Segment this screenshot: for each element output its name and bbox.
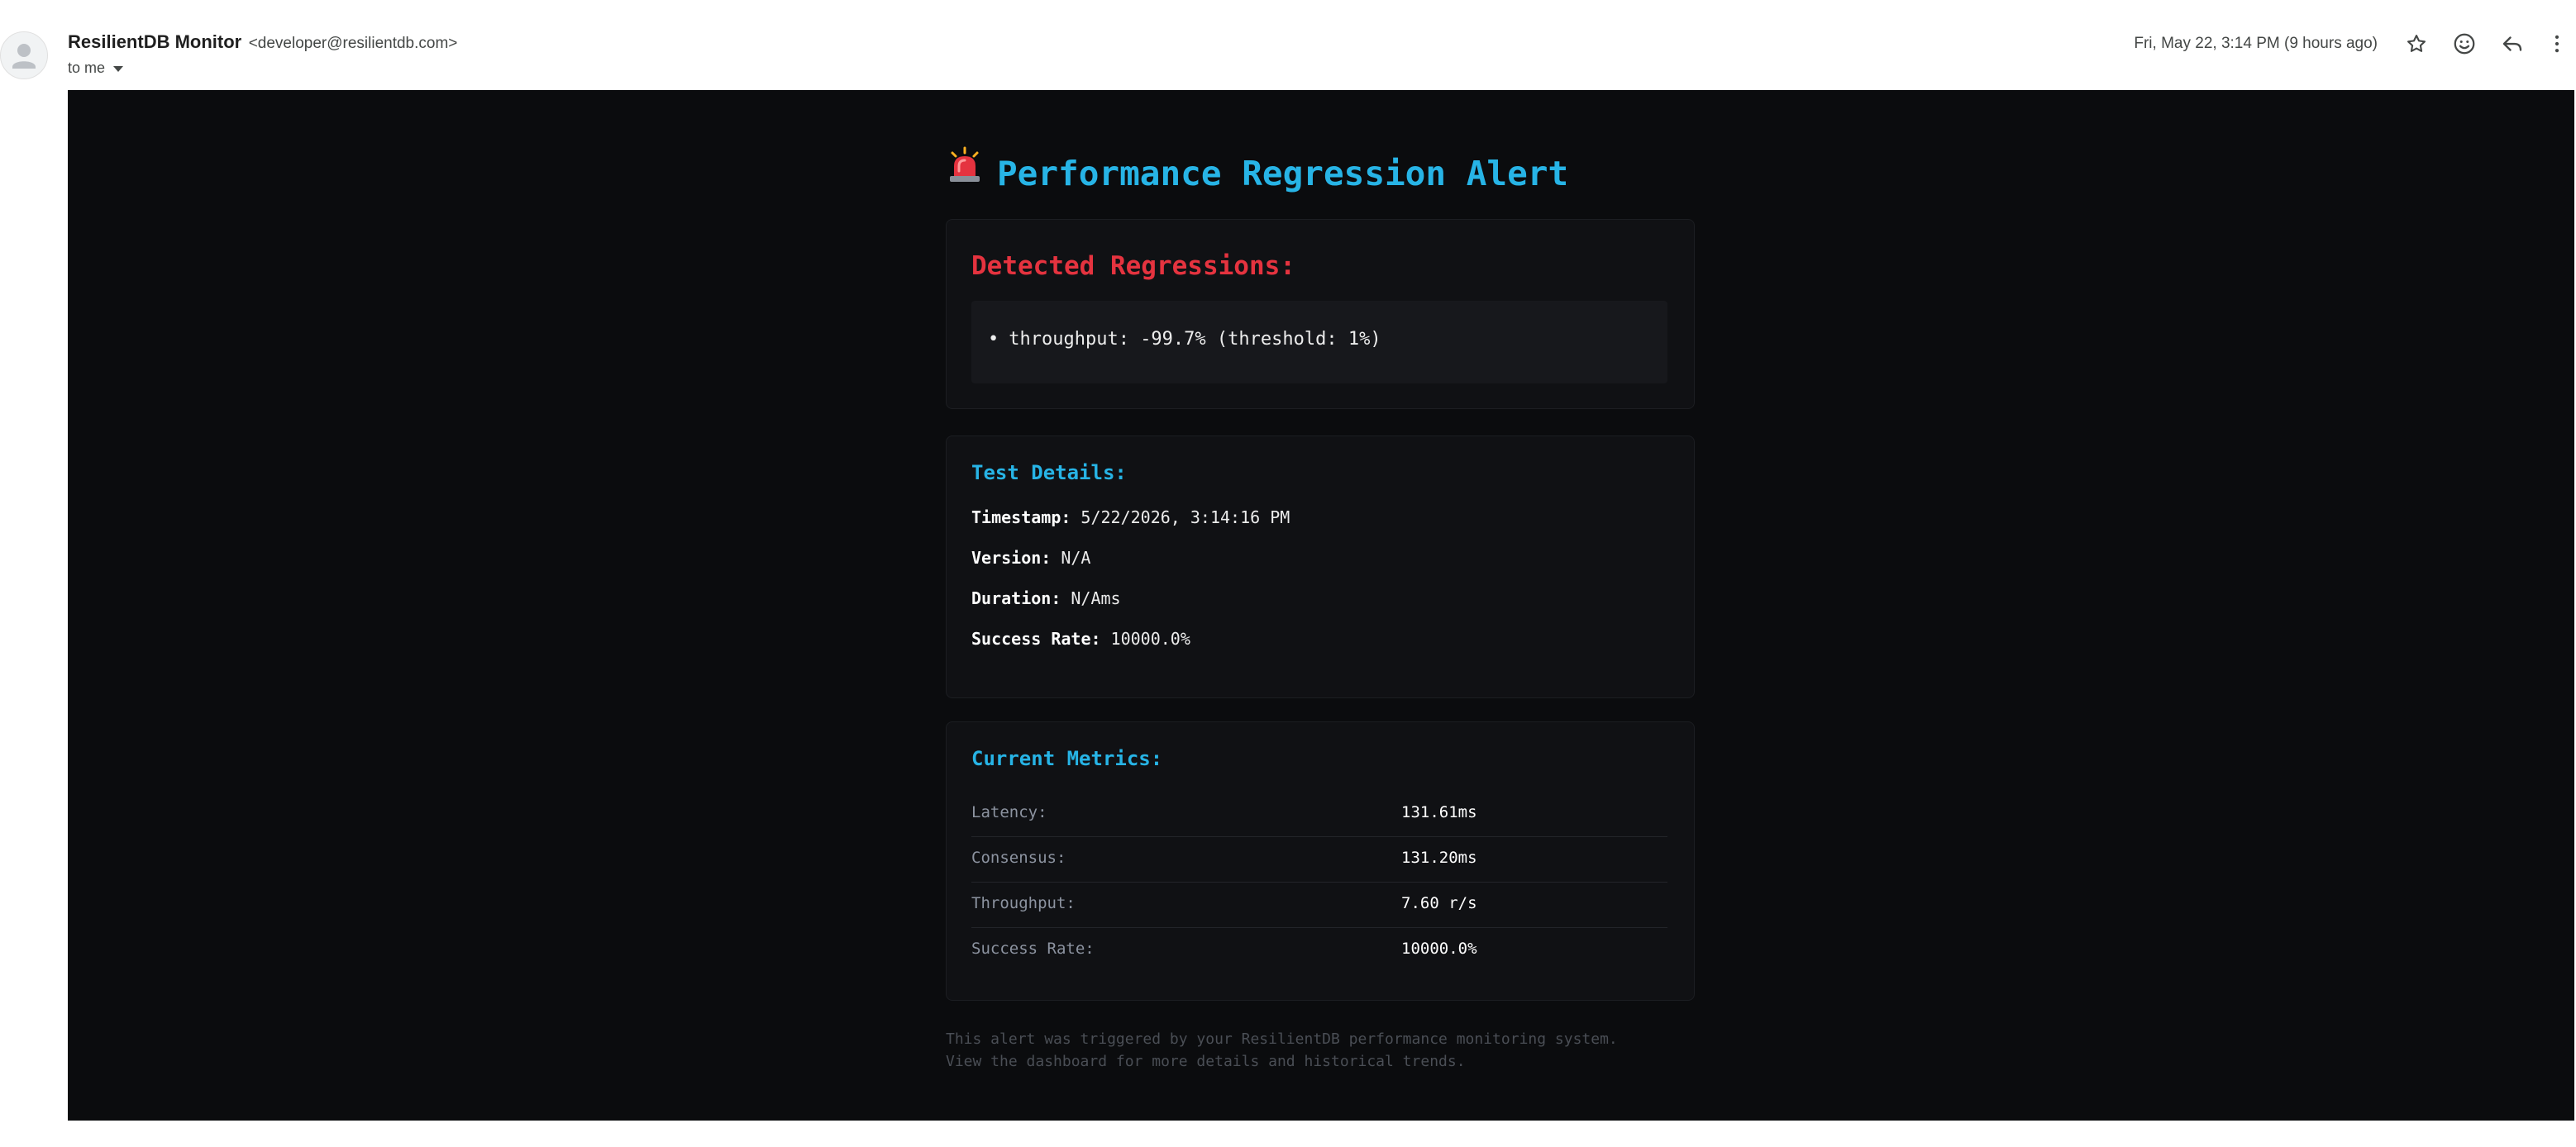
email-date: Fri, May 22, 3:14 PM (9 hours ago) [2134, 35, 2378, 52]
detail-label: Success Rate: [971, 629, 1101, 649]
metric-label: Throughput: [971, 894, 1076, 912]
more-vert-icon[interactable] [2538, 25, 2576, 63]
current-metrics-heading: Current Metrics: [971, 747, 1163, 770]
metric-row-latency: Latency: 131.61ms [971, 792, 1667, 837]
regression-item-text: throughput: -99.7% (threshold: 1%) [1009, 329, 1381, 350]
metric-row-throughput: Throughput: 7.60 r/s [971, 883, 1667, 928]
detail-label: Version: [971, 548, 1052, 568]
regression-item: • throughput: -99.7% (threshold: 1%) [988, 329, 1381, 350]
sender-email: <developer@resilientdb.com> [248, 35, 458, 52]
metric-label: Success Rate: [971, 940, 1095, 958]
footer-line-2: View the dashboard for more details and … [946, 1053, 1466, 1070]
detail-value: N/A [1061, 548, 1091, 568]
alert-title: Performance Regression Alert [946, 145, 1568, 202]
detail-version: Version: N/A [971, 548, 1090, 568]
metric-value: 131.20ms [1401, 849, 1477, 867]
siren-icon [946, 144, 984, 202]
sender-name[interactable]: ResilientDB Monitor [68, 31, 241, 52]
alert-title-text: Performance Regression Alert [997, 154, 1569, 193]
metric-value: 7.60 r/s [1401, 894, 1477, 912]
reply-icon[interactable] [2493, 25, 2531, 63]
test-details-heading: Test Details: [971, 461, 1127, 484]
footer-line-1: This alert was triggered by your Resilie… [946, 1030, 1618, 1048]
metric-row-success-rate: Success Rate: 10000.0% [971, 928, 1667, 973]
emoji-icon[interactable] [2445, 25, 2483, 63]
metric-row-consensus: Consensus: 131.20ms [971, 837, 1667, 883]
caret-down-icon[interactable] [113, 65, 124, 72]
detail-value: 10000.0% [1110, 629, 1190, 649]
avatar-icon[interactable] [0, 31, 48, 79]
regressions-heading: Detected Regressions: [971, 251, 1295, 281]
detail-duration: Duration: N/Ams [971, 588, 1121, 608]
regressions-card: Detected Regressions: • throughput: -99.7… [946, 219, 1695, 409]
metric-value: 10000.0% [1401, 940, 1477, 958]
detail-value: N/Ams [1071, 588, 1121, 608]
detail-value: 5/22/2026, 3:14:16 PM [1080, 507, 1290, 527]
metric-value: 131.61ms [1401, 803, 1477, 821]
detail-label: Timestamp: [971, 507, 1071, 527]
sender-line: ResilientDB Monitor <developer@resilient… [68, 30, 457, 55]
recipient-dropdown[interactable]: to me [68, 56, 124, 79]
detail-label: Duration: [971, 588, 1061, 608]
metric-label: Latency: [971, 803, 1047, 821]
detail-success-rate: Success Rate: 10000.0% [971, 629, 1190, 649]
star-icon[interactable] [2397, 25, 2435, 63]
current-metrics-card: Current Metrics: Latency: 131.61ms Conse… [946, 721, 1695, 1001]
email-body: Performance Regression Alert Detected Re… [68, 90, 2574, 1121]
metric-label: Consensus: [971, 849, 1066, 867]
test-details-card: Test Details: Timestamp: 5/22/2026, 3:14:… [946, 435, 1695, 698]
detail-timestamp: Timestamp: 5/22/2026, 3:14:16 PM [971, 507, 1290, 527]
regressions-list: • throughput: -99.7% (threshold: 1%) [971, 301, 1667, 383]
recipient-label: to me [68, 59, 106, 76]
